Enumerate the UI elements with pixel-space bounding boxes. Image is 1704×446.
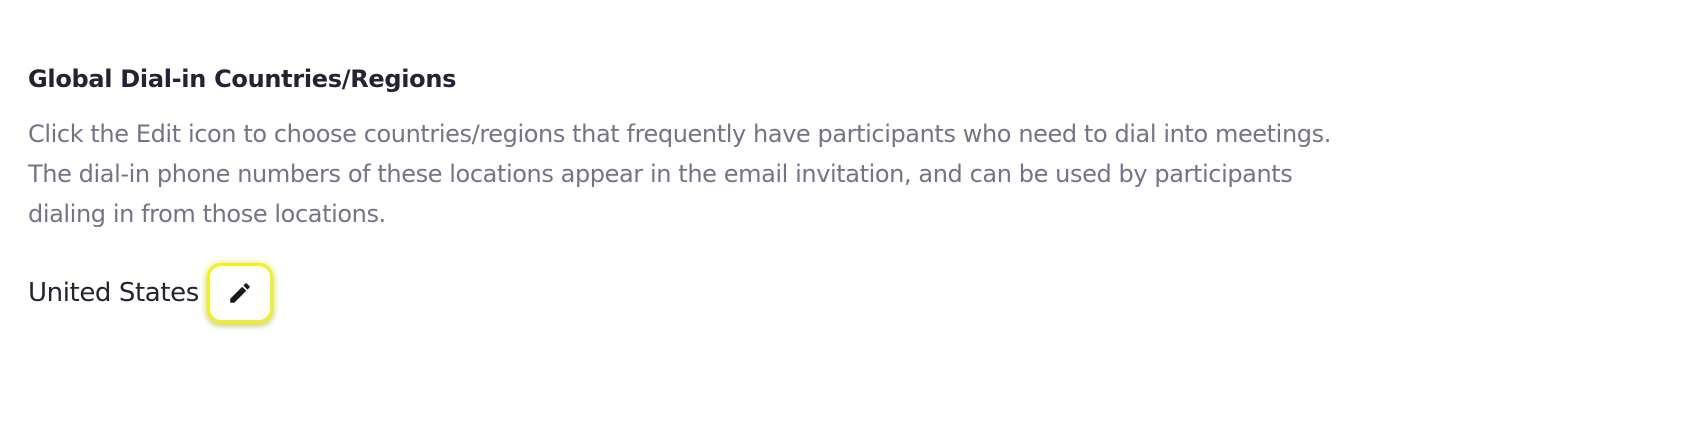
section-description: Click the Edit icon to choose countries/… (28, 114, 1438, 234)
page: { "section": { "title": "Global Dial-in … (0, 0, 1704, 446)
description-line-3: dialing in from those locations. (28, 200, 386, 228)
edit-countries-button[interactable] (206, 263, 273, 323)
description-line-2: The dial-in phone numbers of these locat… (28, 160, 1293, 188)
description-line-1: Click the Edit icon to choose countries/… (28, 120, 1331, 148)
selected-country: United States (28, 278, 199, 308)
section-title: Global Dial-in Countries/Regions (28, 65, 457, 93)
global-dial-in-section: Global Dial-in Countries/Regions Click t… (28, 62, 1448, 324)
selected-countries-row: United States (28, 262, 1448, 324)
pencil-icon (230, 283, 250, 303)
